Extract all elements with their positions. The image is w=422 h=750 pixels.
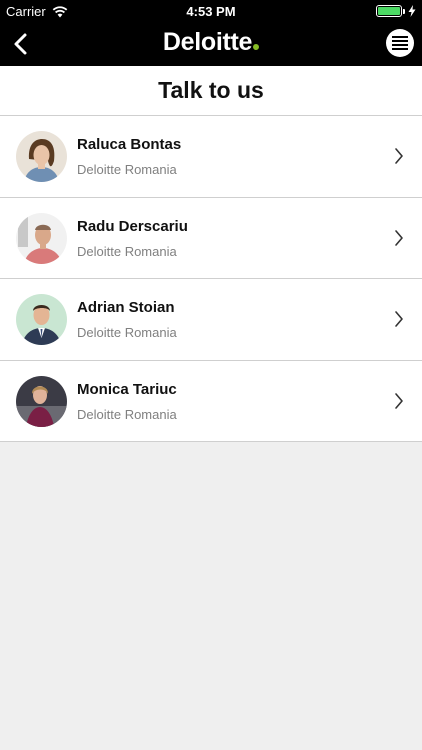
avatar xyxy=(16,131,67,182)
battery-fill xyxy=(378,7,400,15)
person-photo xyxy=(16,131,67,182)
contact-company: Deloitte Romania xyxy=(77,162,177,177)
contact-name: Radu Derscariu xyxy=(77,217,188,235)
deloitte-logo: Deloitte xyxy=(0,28,422,57)
menu-icon-bar xyxy=(392,40,408,42)
chevron-right-icon xyxy=(395,148,403,164)
person-photo xyxy=(16,375,67,427)
contact-company: Deloitte Romania xyxy=(77,325,177,340)
menu-icon-bar xyxy=(392,36,408,38)
contact-row[interactable]: Monica Tariuc Deloitte Romania xyxy=(0,361,422,442)
contact-row[interactable]: Radu Derscariu Deloitte Romania xyxy=(0,198,422,279)
menu-icon-bar xyxy=(392,44,408,46)
menu-icon-bar xyxy=(392,48,408,50)
battery-icon xyxy=(376,5,402,17)
avatar xyxy=(16,294,67,345)
contact-name: Raluca Bontas xyxy=(77,136,182,153)
contact-row[interactable]: Adrian Stoian Deloitte Romania xyxy=(0,279,422,361)
title-bar: Talk to us xyxy=(0,66,422,116)
contact-name: Adrian Stoian xyxy=(77,299,175,316)
page-title: Talk to us xyxy=(158,77,264,103)
chevron-right-icon xyxy=(395,392,403,409)
avatar xyxy=(16,212,67,264)
person-photo xyxy=(16,212,67,264)
logo-dot xyxy=(253,44,260,50)
contact-list: Raluca Bontas Deloitte Romania Radu Ders… xyxy=(0,116,422,442)
chevron-right-icon xyxy=(395,311,403,327)
contact-company: Deloitte Romania xyxy=(77,406,177,422)
person-photo xyxy=(16,294,67,345)
contact-name: Monica Tariuc xyxy=(77,380,177,398)
nav-bar: Deloitte xyxy=(0,22,422,66)
status-bar: Carrier 4:53 PM xyxy=(0,0,422,22)
contact-row[interactable]: Raluca Bontas Deloitte Romania xyxy=(0,116,422,198)
menu-button[interactable] xyxy=(386,29,414,57)
battery-indicator xyxy=(376,5,416,17)
battery-tip xyxy=(403,8,405,14)
contact-company: Deloitte Romania xyxy=(77,243,177,259)
logo-text: Deloitte xyxy=(162,28,253,56)
clock: 4:53 PM xyxy=(186,4,236,19)
avatar xyxy=(16,375,67,427)
charging-bolt-icon xyxy=(408,5,416,17)
chevron-right-icon xyxy=(395,229,403,246)
